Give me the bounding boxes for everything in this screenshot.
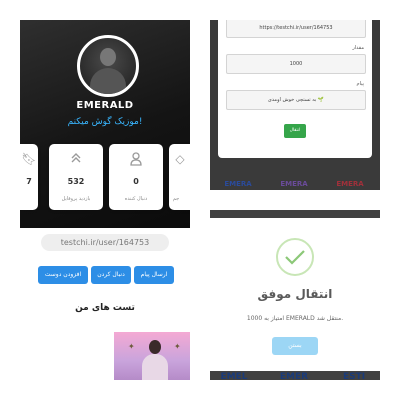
url-field[interactable]: https://testchi.ir/user/164753 <box>226 20 366 38</box>
tests-section-title: تست های من <box>75 303 135 313</box>
bio: موزیک گوش میکنم! <box>67 117 143 127</box>
wing-left-icon: ✦ <box>128 342 135 351</box>
background-card-label: ESTI <box>342 372 366 380</box>
gem-icon: ◇ <box>175 152 185 166</box>
background-card-label: EMERA <box>224 180 252 188</box>
amount-field[interactable]: 1000 <box>226 54 366 74</box>
success-title: انتقال موفق <box>257 287 333 301</box>
thumb-figure-body <box>142 354 168 380</box>
stat-label: جم <box>172 196 180 202</box>
message-label: پیام <box>356 81 364 87</box>
transfer-form: https://testchi.ir/user/164753 مقدار 100… <box>218 20 372 158</box>
background-card-label: EMERA <box>336 180 364 188</box>
send-message-button[interactable]: ارسال پیام <box>134 266 174 284</box>
username: EMERALD <box>76 100 134 111</box>
stat-card-bookmarks[interactable]: 🔖︎ 7 <box>20 144 38 210</box>
stat-label: بازدید پروفایل <box>61 196 91 202</box>
message-field[interactable]: به تستچی خوش اومدی 🌱 <box>226 90 366 110</box>
test-thumbnail[interactable]: ✦ ✦ <box>114 332 190 380</box>
success-message: 1000 امتیاز به EMERALD منتقل شد. <box>246 315 344 322</box>
avatar[interactable] <box>77 35 139 97</box>
chevron-up-icon <box>49 152 103 166</box>
close-button[interactable]: بستن <box>272 337 318 355</box>
profile-panel: EMERALD موزیک گوش میکنم! 🔖︎ 7 532 بازدید… <box>20 20 190 380</box>
success-modal: انتقال موفق 1000 امتیاز به EMERALD منتقل… <box>210 218 380 371</box>
background-card-label: EMERA <box>280 180 308 188</box>
follow-button[interactable]: دنبال کردن <box>91 266 131 284</box>
stat-value: 532 <box>67 177 85 186</box>
amount-label: مقدار <box>352 45 364 51</box>
profile-link[interactable]: testchi.ir/user/164753 <box>41 234 169 251</box>
avatar-body <box>90 68 126 94</box>
transfer-panel: https://testchi.ir/user/164753 مقدار 100… <box>210 20 380 190</box>
wing-right-icon: ✦ <box>174 342 181 351</box>
stat-value: 0 <box>133 177 139 186</box>
thumb-figure-head <box>149 340 161 354</box>
success-panel: انتقال موفق 1000 امتیاز به EMERALD منتقل… <box>210 210 380 380</box>
stat-card-gems[interactable]: ◇ جم <box>169 144 190 210</box>
success-check-icon <box>276 238 314 276</box>
add-friend-button[interactable]: افزودن دوست <box>38 266 88 284</box>
stat-card-profile-views[interactable]: 532 بازدید پروفایل <box>49 144 103 210</box>
background-card-label: EMER <box>279 372 309 380</box>
transfer-submit-button[interactable]: انتقال <box>284 124 306 138</box>
background-card-label: EMEL <box>220 372 248 380</box>
avatar-head <box>100 48 116 66</box>
